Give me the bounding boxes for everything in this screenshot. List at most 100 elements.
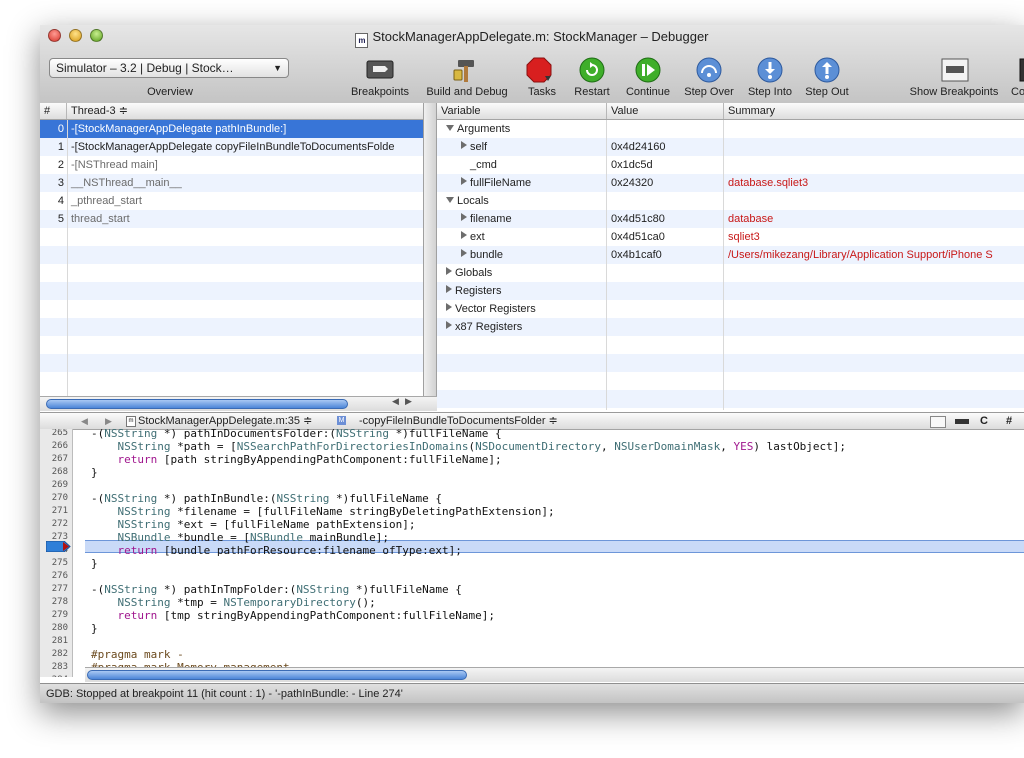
disclosure-triangle-icon[interactable] bbox=[446, 321, 452, 329]
breakpoints-icon[interactable] bbox=[365, 56, 395, 84]
disclosure-triangle-icon[interactable] bbox=[446, 285, 452, 293]
disclosure-triangle-icon[interactable] bbox=[461, 213, 467, 221]
code-line[interactable]: NSString *filename = [fullFileName strin… bbox=[91, 505, 555, 518]
show-breakpoints-icon[interactable] bbox=[940, 56, 970, 84]
line-number: 269 bbox=[51, 480, 68, 490]
variable-row[interactable]: self 0x4d24160 bbox=[437, 138, 1024, 156]
hammer-icon[interactable] bbox=[452, 56, 482, 84]
code-line[interactable]: return [tmp stringByAppendingPathCompone… bbox=[91, 609, 496, 622]
disclosure-triangle-icon[interactable] bbox=[461, 177, 467, 185]
breakpoints-popup-icon[interactable] bbox=[955, 419, 969, 424]
disclosure-triangle-icon[interactable] bbox=[461, 231, 467, 239]
bookmarks-icon[interactable] bbox=[930, 416, 946, 428]
variable-row[interactable]: fullFileName 0x24320 database.sqliet3 bbox=[437, 174, 1024, 192]
disclosure-triangle-icon[interactable] bbox=[446, 267, 452, 275]
variable-row[interactable]: Vector Registers bbox=[437, 300, 1024, 318]
vertical-splitter[interactable] bbox=[423, 103, 437, 410]
variable-row[interactable]: Locals bbox=[437, 192, 1024, 210]
language-popup[interactable]: C bbox=[980, 413, 988, 429]
code-line[interactable]: NSString *path = [NSSearchPathForDirecto… bbox=[91, 440, 847, 453]
scrollbar-thumb[interactable] bbox=[46, 399, 348, 409]
file-popup[interactable]: StockManagerAppDelegate.m:35 ≑ bbox=[138, 413, 312, 429]
code-line[interactable]: -(NSString *) pathInTmpFolder:(NSString … bbox=[91, 583, 462, 596]
variable-row[interactable]: filename 0x4d51c80 database bbox=[437, 210, 1024, 228]
thread-frame-row[interactable]: 0 -[StockManagerAppDelegate pathInBundle:… bbox=[40, 120, 423, 138]
step-over-button-label[interactable]: Step Over bbox=[680, 86, 738, 98]
variable-name: x87 Registers bbox=[455, 321, 523, 333]
restart-button-label[interactable]: Restart bbox=[567, 86, 617, 98]
continue-button-label[interactable]: Continue bbox=[622, 86, 674, 98]
disclosure-triangle-icon[interactable] bbox=[461, 249, 467, 257]
thread-popup-header[interactable]: Thread-3 ≑ bbox=[67, 103, 423, 119]
variable-row[interactable]: Registers bbox=[437, 282, 1024, 300]
overview-popup[interactable]: Simulator – 3.2 | Debug | Stock… ▼ bbox=[49, 58, 289, 78]
show-breakpoints-button-label[interactable]: Show Breakpoints bbox=[904, 86, 1004, 98]
frame-number: 3 bbox=[57, 177, 64, 189]
thread-frame-row[interactable]: 1 -[StockManagerAppDelegate copyFileInBun… bbox=[40, 138, 423, 156]
thread-pane-scrollbar[interactable]: ◀ ▶ bbox=[40, 396, 437, 411]
variable-row[interactable]: _cmd 0x1dc5d bbox=[437, 156, 1024, 174]
tasks-button-label[interactable]: Tasks bbox=[520, 86, 564, 98]
variable-value: 0x4b1caf0 bbox=[611, 249, 662, 261]
step-over-icon[interactable] bbox=[694, 56, 724, 84]
thread-frame-row[interactable]: 5 thread_start bbox=[40, 210, 423, 228]
stop-sign-icon[interactable] bbox=[525, 56, 555, 84]
step-into-button-label[interactable]: Step Into bbox=[742, 86, 798, 98]
function-popup[interactable]: -copyFileInBundleToDocumentsFolder ≑ bbox=[359, 413, 558, 429]
frame-number: 5 bbox=[57, 213, 64, 225]
code-line[interactable]: return [path stringByAppendingPathCompon… bbox=[91, 453, 502, 466]
scrollbar-thumb[interactable] bbox=[87, 670, 467, 680]
code-line[interactable]: NSString *ext = [fullFileName pathExtens… bbox=[91, 518, 416, 531]
disclosure-triangle-icon[interactable] bbox=[446, 197, 454, 203]
console-icon[interactable] bbox=[1018, 56, 1024, 84]
variable-row[interactable]: Globals bbox=[437, 264, 1024, 282]
code-line[interactable]: -(NSString *) pathInBundle:(NSString *)f… bbox=[91, 492, 442, 505]
disclosure-triangle-icon[interactable] bbox=[446, 125, 454, 131]
variable-row[interactable]: x87 Registers bbox=[437, 318, 1024, 336]
breakpoint-marker-icon[interactable] bbox=[46, 541, 74, 552]
status-text: GDB: Stopped at breakpoint 11 (hit count… bbox=[46, 688, 403, 700]
code-line[interactable]: return [bundle pathForResource:filename … bbox=[91, 544, 462, 557]
empty-row bbox=[437, 372, 1024, 390]
step-into-icon[interactable] bbox=[755, 56, 785, 84]
editor-horizontal-scrollbar[interactable] bbox=[85, 667, 1024, 682]
variable-name-cell: Arguments bbox=[446, 120, 510, 138]
disclosure-triangle-icon[interactable] bbox=[446, 303, 452, 311]
value-column-header[interactable]: Value bbox=[607, 103, 724, 119]
disclosure-triangle-icon[interactable] bbox=[461, 141, 467, 149]
status-bar: GDB: Stopped at breakpoint 11 (hit count… bbox=[40, 683, 1024, 703]
code-line[interactable]: NSBundle *bundle = [NSBundle mainBundle]… bbox=[91, 531, 390, 544]
toolbar: m StockManagerAppDelegate.m: StockManager… bbox=[40, 25, 1024, 104]
thread-frame-row[interactable]: 2 -[NSThread main] bbox=[40, 156, 423, 174]
thread-frame-row[interactable]: 4 _pthread_start bbox=[40, 192, 423, 210]
include-popup[interactable]: # bbox=[1006, 413, 1012, 429]
code-line[interactable]: } bbox=[91, 466, 98, 479]
step-out-icon[interactable] bbox=[812, 56, 842, 84]
code-line[interactable]: NSString *tmp = NSTemporaryDirectory(); bbox=[91, 596, 376, 609]
summary-column-header[interactable]: Summary bbox=[724, 103, 1024, 119]
thread-number-column-header[interactable]: # bbox=[40, 103, 67, 119]
empty-row bbox=[40, 228, 423, 246]
scroll-left-arrow-icon[interactable]: ◀ bbox=[392, 396, 399, 407]
continue-icon[interactable] bbox=[633, 56, 663, 84]
code-line[interactable]: #pragma mark - bbox=[91, 648, 184, 661]
column-divider bbox=[67, 120, 68, 410]
code-line[interactable]: -(NSString *) pathInDocumentsFolder:(NSS… bbox=[91, 429, 502, 440]
breakpoints-button-label[interactable]: Breakpoints bbox=[350, 86, 410, 98]
empty-row bbox=[40, 354, 423, 372]
back-arrow-icon[interactable]: ◀ bbox=[81, 413, 88, 429]
code-line[interactable]: } bbox=[91, 622, 98, 635]
scroll-right-arrow-icon[interactable]: ▶ bbox=[405, 396, 412, 407]
console-button-label[interactable]: Co bbox=[1011, 86, 1024, 98]
variable-column-header[interactable]: Variable bbox=[437, 103, 607, 119]
variable-row[interactable]: Arguments bbox=[437, 120, 1024, 138]
code-line[interactable]: } bbox=[91, 557, 98, 570]
restart-icon[interactable] bbox=[577, 56, 607, 84]
code-editor[interactable]: -(NSString *) pathInDocumentsFolder:(NSS… bbox=[73, 429, 1024, 677]
build-and-debug-button-label[interactable]: Build and Debug bbox=[422, 86, 512, 98]
thread-frame-row[interactable]: 3 __NSThread__main__ bbox=[40, 174, 423, 192]
forward-arrow-icon[interactable]: ▶ bbox=[105, 413, 112, 429]
variable-row[interactable]: bundle 0x4b1caf0/Users/mikezang/Library/A… bbox=[437, 246, 1024, 264]
step-out-button-label[interactable]: Step Out bbox=[800, 86, 854, 98]
variable-row[interactable]: ext 0x4d51ca0 sqliet3 bbox=[437, 228, 1024, 246]
